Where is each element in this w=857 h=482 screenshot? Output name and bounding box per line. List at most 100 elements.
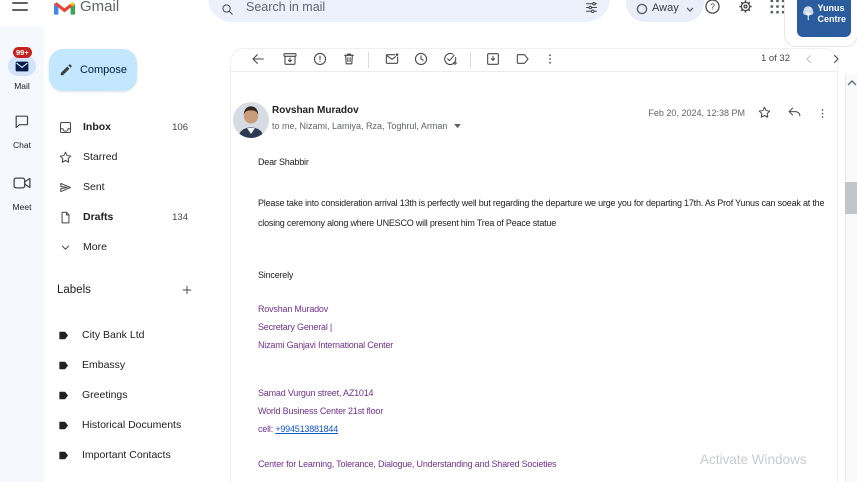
rail-item-chat[interactable] <box>13 113 30 130</box>
yunus-logo-line2: Centre <box>817 14 846 24</box>
email-date: Feb 20, 2024, 12:38 PM <box>648 108 745 118</box>
cell-number-link[interactable]: +994513881844 <box>275 424 338 434</box>
search-icon[interactable] <box>220 2 235 17</box>
sender-avatar[interactable] <box>233 102 269 138</box>
email-greeting: Dear Shabbir <box>258 157 309 167</box>
nav-label: Starred <box>83 151 118 163</box>
chat-icon <box>15 115 29 129</box>
chevron-down-icon <box>686 7 694 13</box>
scrollbar-track[interactable] <box>845 74 857 482</box>
send-icon <box>60 182 71 192</box>
delete-button[interactable] <box>341 51 357 67</box>
tree-icon <box>803 6 814 21</box>
yunus-logo-line1: Yunus <box>817 3 845 13</box>
nav-label: Drafts <box>83 211 114 223</box>
plus-icon <box>182 285 192 295</box>
rail-label-chat[interactable]: Chat <box>0 140 44 150</box>
archive-button[interactable] <box>282 51 298 67</box>
older-chevron-icon[interactable] <box>829 52 843 66</box>
signature-address2: World Business Center 21st floor <box>258 406 383 416</box>
mark-unread-button[interactable] <box>384 51 400 67</box>
label-tag-icon <box>59 331 69 339</box>
signature-organization: Nizami Ganjavi International Center <box>258 340 394 350</box>
signature-name: Rovshan Muradov <box>258 304 329 314</box>
settings-gear-icon[interactable] <box>736 0 755 16</box>
rail-label-meet[interactable]: Meet <box>0 202 44 212</box>
back-button[interactable] <box>250 51 266 67</box>
star-icon <box>59 151 72 163</box>
scrollbar-thumb[interactable] <box>845 182 857 214</box>
sidebar: Compose Inbox 106 Starred Sent Drafts 13… <box>44 26 230 482</box>
signature-address1: Samad Vurgun street, AZ1014 <box>258 388 374 398</box>
labels-header: Labels <box>57 284 91 296</box>
account-logo-card[interactable]: Yunus Centre <box>784 0 857 47</box>
status-label: Away <box>652 2 679 14</box>
signature-title: Secretary General | <box>258 322 333 332</box>
nav-count: 134 <box>172 211 188 223</box>
gmail-logo-icon <box>54 0 75 16</box>
label-name: Historical Documents <box>82 419 182 431</box>
label-name: Embassy <box>82 359 126 371</box>
sidebar-label-embassy[interactable]: Embassy <box>44 353 214 377</box>
report-spam-button[interactable] <box>312 51 328 67</box>
nav-label: Sent <box>83 181 105 193</box>
create-label-button[interactable] <box>180 283 194 297</box>
move-to-button[interactable] <box>485 51 501 67</box>
more-options-button[interactable] <box>543 51 557 67</box>
scroll-up-arrow-icon[interactable] <box>847 79 857 87</box>
activate-windows-watermark: Activate Windows <box>700 452 807 467</box>
label-name: Greetings <box>82 389 128 401</box>
recipients-line[interactable]: to me, Nizami, Lamiya, Rza, Toghrul, Arm… <box>272 121 461 131</box>
signature-cell-line: cell: +994513881844 <box>258 423 338 436</box>
help-icon[interactable]: ? <box>703 0 722 16</box>
toolbar-divider-1 <box>368 52 369 68</box>
pencil-icon <box>60 64 72 76</box>
reply-icon[interactable] <box>787 105 802 120</box>
label-tag-icon <box>59 361 69 369</box>
show-details-caret-icon[interactable] <box>454 124 461 129</box>
sidebar-label-greetings[interactable]: Greetings <box>44 383 214 407</box>
rail-label-mail[interactable]: Mail <box>0 81 44 91</box>
star-message-icon[interactable] <box>757 105 772 120</box>
sidebar-label-historical-documents[interactable]: Historical Documents <box>44 413 214 437</box>
sidebar-item-more[interactable]: More <box>44 233 204 261</box>
sidebar-item-starred[interactable]: Starred <box>44 143 204 171</box>
app-rail: 99+ Mail Chat Meet <box>0 26 44 482</box>
label-tag-icon <box>59 451 69 459</box>
yunus-centre-logo[interactable]: Yunus Centre <box>797 0 851 37</box>
meet-camera-icon <box>13 177 31 189</box>
sidebar-label-city-bank-ltd[interactable]: City Bank Ltd <box>44 323 214 347</box>
search-options-icon[interactable] <box>584 0 599 15</box>
labels-button[interactable] <box>515 51 531 67</box>
rail-item-mail[interactable] <box>8 56 36 76</box>
recipients-text: to me, Nizami, Lamiya, Rza, Toghrul, Arm… <box>272 121 448 131</box>
hamburger-menu-icon[interactable] <box>12 0 28 14</box>
chevron-down-icon <box>61 245 70 250</box>
label-tag-icon <box>59 421 69 429</box>
status-selector[interactable]: Away <box>626 0 704 22</box>
message-more-icon[interactable] <box>816 106 829 121</box>
inbox-icon <box>60 121 71 133</box>
newer-chevron-icon[interactable] <box>802 52 816 66</box>
sender-name[interactable]: Rovshan Muradov <box>272 105 359 116</box>
label-name: City Bank Ltd <box>82 329 145 341</box>
email-body-line2: closing ceremony along where UNESCO will… <box>258 218 557 228</box>
compose-button[interactable]: Compose <box>49 49 137 91</box>
email-body-line1: Please take into consideration arrival 1… <box>258 198 825 208</box>
status-circle-icon <box>636 3 648 15</box>
add-to-tasks-button[interactable] <box>442 51 458 67</box>
sidebar-item-drafts[interactable]: Drafts 134 <box>44 203 204 231</box>
label-name: Important Contacts <box>82 449 171 461</box>
search-input[interactable]: Search in mail <box>208 0 610 22</box>
sidebar-item-sent[interactable]: Sent <box>44 173 204 201</box>
gmail-window: Gmail Search in mail Away ? Yunus Centre… <box>0 0 857 482</box>
snooze-button[interactable] <box>413 51 429 67</box>
draft-icon <box>61 211 70 223</box>
sidebar-item-inbox[interactable]: Inbox 106 <box>44 113 204 141</box>
rail-item-meet[interactable] <box>13 175 31 191</box>
toolbar-divider-2 <box>470 52 471 68</box>
sidebar-label-important-contacts[interactable]: Important Contacts <box>44 443 214 467</box>
header-bar: Gmail Search in mail Away ? <box>0 0 857 26</box>
gmail-wordmark: Gmail <box>80 0 120 15</box>
nav-label: More <box>83 241 107 253</box>
